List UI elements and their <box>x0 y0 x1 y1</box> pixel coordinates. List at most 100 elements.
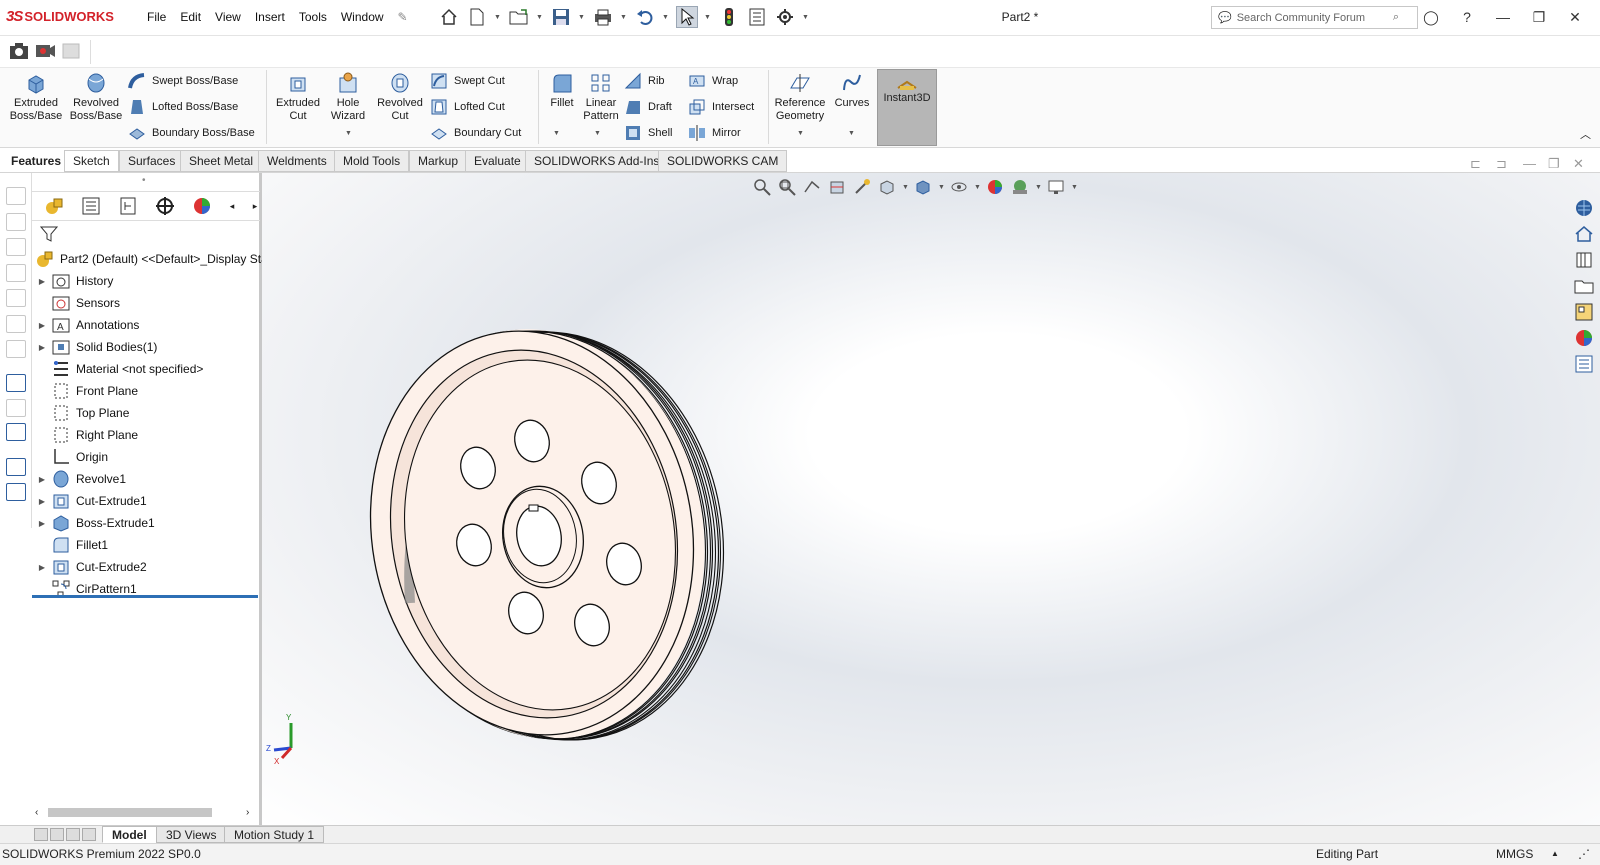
strip-tool-icon-4[interactable] <box>6 264 26 282</box>
boundary-cut-button[interactable]: Boundary Cut <box>430 124 521 142</box>
panel-grip-icon[interactable]: • <box>142 175 146 186</box>
solidworks-resources-icon[interactable] <box>1573 198 1595 218</box>
search-icon[interactable]: ⌕ <box>1393 11 1399 24</box>
linear-pattern-button[interactable]: Linear Pattern <box>576 72 626 123</box>
display-style-icon[interactable] <box>913 177 933 197</box>
rib-button[interactable]: Rib <box>624 72 665 90</box>
tree-root-part[interactable]: Part2 (Default) <<Default>_Display Sta <box>32 248 268 270</box>
tree-item-fillet1[interactable]: Fillet1 <box>32 534 258 556</box>
custom-properties-icon[interactable] <box>1573 354 1595 374</box>
scroll-thumb[interactable] <box>48 808 212 817</box>
reference-geometry-dropdown-icon[interactable]: ▼ <box>797 130 804 137</box>
tab-solidworks-addins[interactable]: SOLIDWORKS Add-Ins <box>525 150 669 172</box>
next-tab-nav-icon[interactable] <box>66 828 80 841</box>
search-community-box[interactable]: 💬 Search Community Forum ⌕ <box>1211 6 1418 29</box>
apply-scene-icon[interactable] <box>1010 177 1030 197</box>
zoom-to-area-icon[interactable] <box>777 177 797 197</box>
viewport-minimize-icon[interactable]: — <box>1523 156 1536 171</box>
appearances-scenes-icon[interactable] <box>1573 328 1595 348</box>
strip-tool-icon-9[interactable] <box>6 399 26 417</box>
tree-item-annotations[interactable]: ▶ A Annotations <box>32 314 258 336</box>
tree-item-revolve1[interactable]: ▶ Revolve1 <box>32 468 258 490</box>
minimize-icon[interactable]: — <box>1492 6 1514 28</box>
record-video-icon[interactable] <box>34 40 56 62</box>
expand-arrow-icon[interactable]: ▶ <box>32 497 52 506</box>
boundary-boss-button[interactable]: Boundary Boss/Base <box>128 124 255 142</box>
expand-arrow-icon[interactable]: ▶ <box>32 519 52 528</box>
tab-model[interactable]: Model <box>102 826 157 843</box>
configuration-manager-tab-icon[interactable] <box>116 194 140 218</box>
view-orientation-icon[interactable] <box>877 177 897 197</box>
strip-display-icon[interactable] <box>6 423 26 441</box>
swept-cut-button[interactable]: Swept Cut <box>430 72 505 90</box>
design-library-home-icon[interactable] <box>1573 224 1595 244</box>
strip-tool-icon-5[interactable] <box>6 289 26 307</box>
camera-icon[interactable] <box>8 40 30 62</box>
view-palette-icon[interactable] <box>1573 302 1595 322</box>
section-view-icon[interactable] <box>827 177 847 197</box>
view-settings-dropdown-icon[interactable]: ▼ <box>1071 184 1078 191</box>
unit-system[interactable]: MMGS <box>1496 847 1533 861</box>
draft-button[interactable]: Draft <box>624 98 672 116</box>
strip-tool-icon-6[interactable] <box>6 315 26 333</box>
revolved-boss-button[interactable]: Revolved Boss/Base <box>70 72 122 123</box>
curves-dropdown-icon[interactable]: ▼ <box>848 130 855 137</box>
tree-item-history[interactable]: ▶ History <box>32 270 258 292</box>
hole-wizard-button[interactable]: Hole Wizard <box>324 72 372 123</box>
tree-item-material[interactable]: Material <not specified> <box>32 358 258 380</box>
pulley-part-model[interactable] <box>362 323 762 743</box>
strip-select-icon[interactable] <box>6 374 26 392</box>
tab-weldments[interactable]: Weldments <box>258 150 336 172</box>
units-dropdown-icon[interactable]: ▲ <box>1551 849 1559 858</box>
restore-icon[interactable]: ❐ <box>1528 6 1550 28</box>
viewport-tile-right-icon[interactable]: ⊐ <box>1496 156 1507 172</box>
tree-filter-icon[interactable] <box>39 225 59 246</box>
reference-geometry-button[interactable]: Reference Geometry <box>772 72 828 123</box>
display-manager-tab-icon[interactable] <box>190 194 214 218</box>
tab-evaluate[interactable]: Evaluate <box>465 150 530 172</box>
tab-mold-tools[interactable]: Mold Tools <box>334 150 410 172</box>
scroll-right-arrow-icon[interactable]: › <box>246 807 249 818</box>
edit-appearance-icon[interactable] <box>985 177 1005 197</box>
previous-view-icon[interactable] <box>802 177 822 197</box>
strip-tool-icon-1[interactable] <box>6 187 26 205</box>
extruded-boss-button[interactable]: Extruded Boss/Base <box>10 72 62 123</box>
mirror-button[interactable]: Mirror <box>688 124 741 142</box>
strip-tool-icon-7[interactable] <box>6 340 26 358</box>
tab-solidworks-cam[interactable]: SOLIDWORKS CAM <box>658 150 788 172</box>
viewport-close-icon[interactable]: ✕ <box>1573 156 1584 172</box>
strip-copy-icon[interactable] <box>6 458 26 476</box>
view-settings-icon[interactable] <box>1046 177 1066 197</box>
tree-horizontal-scrollbar[interactable]: ‹ › <box>32 804 258 820</box>
rollback-bar[interactable] <box>32 595 258 598</box>
tab-features[interactable]: Features <box>2 150 71 172</box>
viewport-restore-icon[interactable]: ❐ <box>1548 156 1560 172</box>
design-library-icon[interactable] <box>1573 250 1595 270</box>
tree-item-origin[interactable]: Origin <box>32 446 258 468</box>
instant3d-button[interactable]: Instant3D <box>877 69 937 146</box>
curves-button[interactable]: Curves <box>832 72 872 110</box>
collapse-ribbon-icon[interactable]: ︿ <box>1580 126 1591 142</box>
display-style-dropdown-icon[interactable]: ▼ <box>938 184 945 191</box>
tree-item-right-plane[interactable]: Right Plane <box>32 424 258 446</box>
prev-tab-nav-icon[interactable] <box>50 828 64 841</box>
strip-tool-icon-3[interactable] <box>6 238 26 256</box>
last-tab-nav-icon[interactable] <box>82 828 96 841</box>
apply-scene-dropdown-icon[interactable]: ▼ <box>1035 184 1042 191</box>
extruded-cut-button[interactable]: Extruded Cut <box>272 72 324 123</box>
help-icon[interactable]: ? <box>1456 6 1478 28</box>
dimxpert-tab-icon[interactable] <box>153 194 177 218</box>
hole-wizard-dropdown-icon[interactable]: ▼ <box>345 130 352 137</box>
tab-motion-study-1[interactable]: Motion Study 1 <box>224 826 325 843</box>
tree-item-solid-bodies[interactable]: ▶ Solid Bodies(1) <box>32 336 258 358</box>
tree-item-cut-extrude2[interactable]: ▶ Cut-Extrude2 <box>32 556 258 578</box>
tab-surfaces[interactable]: Surfaces <box>119 150 185 172</box>
resize-grip-icon[interactable]: ⋰ <box>1578 847 1590 861</box>
tree-item-top-plane[interactable]: Top Plane <box>32 402 258 424</box>
strip-tool-icon-2[interactable] <box>6 213 26 231</box>
tab-3d-views[interactable]: 3D Views <box>156 826 227 843</box>
graphics-area[interactable]: ▼ ▼ ▼ ▼ ▼ Y Z X <box>262 173 1600 825</box>
lofted-boss-button[interactable]: Lofted Boss/Base <box>128 98 238 116</box>
panel-scroll-right-icon[interactable]: ▸ <box>250 194 260 218</box>
hide-show-dropdown-icon[interactable]: ▼ <box>974 184 981 191</box>
